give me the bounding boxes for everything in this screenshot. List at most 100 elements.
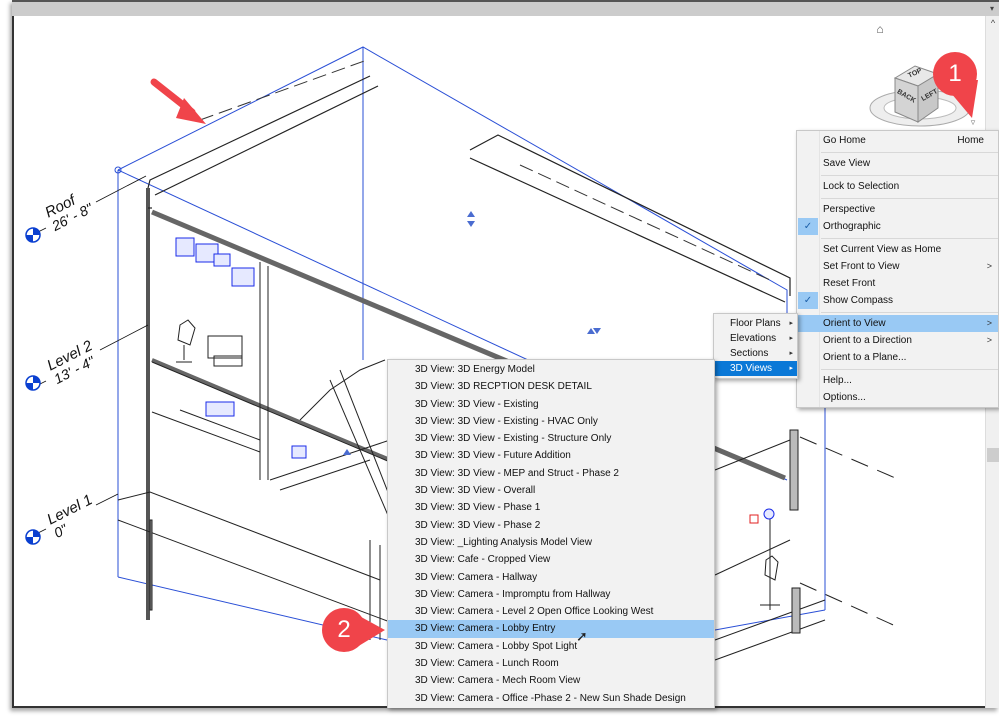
view-list-item-label: 3D View: 3D View - Existing xyxy=(415,398,539,410)
interior-walls xyxy=(259,262,381,640)
scroll-up-icon[interactable]: ^ xyxy=(986,18,999,30)
menu-separator xyxy=(821,152,998,153)
callout-badge-1: 1 xyxy=(933,52,977,96)
menu-item-label: Show Compass xyxy=(823,295,894,306)
stairs xyxy=(269,359,396,521)
level-head-roof xyxy=(25,227,41,243)
view-list-item[interactable]: 3D View: Camera - Lobby Entry xyxy=(388,620,714,638)
menu-item-label: Options... xyxy=(823,392,866,403)
view-list-item[interactable]: 3D View: 3D View - Future Addition xyxy=(388,447,714,464)
view-list-item-label: 3D View: 3D View - Future Addition xyxy=(415,450,571,462)
menu-separator xyxy=(821,175,998,176)
menu-item-floor-plans[interactable]: Floor Plans ▸ xyxy=(714,316,797,331)
view-list-item[interactable]: 3D View: 3D View - MEP and Struct - Phas… xyxy=(388,465,714,482)
view-list-item[interactable]: 3D View: _Lighting Analysis Model View xyxy=(388,534,714,551)
view-list-item[interactable]: 3D View: 3D RECPTION DESK DETAIL xyxy=(388,378,714,395)
right-wing xyxy=(714,429,826,661)
menu-item-orient-to-a-direction[interactable]: Orient to a Direction > xyxy=(797,332,998,349)
menu-item-orient-to-view[interactable]: Orient to View > xyxy=(797,315,998,332)
fixture-red xyxy=(749,514,759,524)
menu-item-orthographic[interactable]: ✓ Orthographic xyxy=(797,218,998,235)
menu-item-label: Sections xyxy=(730,348,769,359)
level-head-level-2 xyxy=(25,375,41,391)
view-list-item-label: 3D View: 3D View - Phase 1 xyxy=(415,502,541,514)
view-list-item[interactable]: 3D View: 3D Energy Model xyxy=(388,361,714,378)
view-list-item[interactable]: 3D View: Camera - Level 2 Open Office Lo… xyxy=(388,603,714,620)
menu-item-help[interactable]: Help... xyxy=(797,372,998,389)
menu-item-label: Orient to View xyxy=(823,318,886,329)
view-list-item-label: 3D View: Camera - Level 2 Open Office Lo… xyxy=(415,606,654,618)
callout-badge-2: 2 xyxy=(322,608,366,652)
view-list-item-label: 3D View: 3D Energy Model xyxy=(415,364,535,375)
submenu-arrow-icon: > xyxy=(986,335,992,345)
view-list-item[interactable]: 3D View: 3D View - Existing - Structure … xyxy=(388,430,714,447)
submenu-arrow-icon: ▸ xyxy=(789,365,793,372)
menu-item-label: Set Current View as Home xyxy=(823,244,942,255)
menu-item-set-front-to-view[interactable]: Set Front to View > xyxy=(797,258,998,275)
menu-item-label: Orthographic xyxy=(823,221,881,232)
3d-views-list-menu: 3D View: 3D Energy Model 3D View: 3D RECP… xyxy=(387,359,715,708)
view-list-item-label: 3D View: Camera - Mech Room View xyxy=(415,675,581,687)
view-list-item-label: 3D View: Camera - Lobby Entry xyxy=(415,623,556,635)
submenu-arrow-icon: ▸ xyxy=(789,335,793,342)
menu-separator xyxy=(821,312,998,313)
scrollbar-thumb[interactable] xyxy=(987,448,999,462)
menu-item-lock-to-selection[interactable]: Lock to Selection xyxy=(797,178,998,195)
view-list-item[interactable]: 3D View: Camera - Lunch Room xyxy=(388,655,714,672)
menu-item-save-view[interactable]: Save View xyxy=(797,155,998,172)
view-list-item[interactable]: 3D View: Camera - Hallway xyxy=(388,569,714,586)
menu-item-label: Set Front to View xyxy=(823,261,900,272)
submenu-arrow-icon: ▸ xyxy=(789,320,793,327)
menu-separator xyxy=(821,369,998,370)
menu-item-go-home[interactable]: Go Home Home xyxy=(797,132,998,149)
orient-to-view-submenu: Floor Plans ▸ Elevations ▸ Sections ▸ 3D Views… xyxy=(713,313,798,379)
level-1-floor xyxy=(117,491,391,623)
menu-item-label: Go Home xyxy=(823,135,866,146)
menu-item-show-compass[interactable]: ✓ Show Compass xyxy=(797,292,998,309)
view-list-item-label: 3D View: Camera - Hallway xyxy=(415,571,538,583)
view-list-item[interactable]: 3D View: Camera - Mech Room View xyxy=(388,672,714,689)
menu-item-shortcut: Home xyxy=(957,135,984,146)
home-icon[interactable]: ⌂ xyxy=(873,22,887,36)
view-list-item-label: 3D View: 3D RECPTION DESK DETAIL xyxy=(415,381,592,393)
view-list-item-label: 3D View: 3D View - Phase 2 xyxy=(415,519,541,531)
view-list-item-label: 3D View: Camera - Lunch Room xyxy=(415,658,559,670)
menu-item-orient-to-a-plane[interactable]: Orient to a Plane... xyxy=(797,349,998,366)
check-icon: ✓ xyxy=(798,292,818,309)
menu-item-label: Orient to a Plane... xyxy=(823,352,907,363)
view-list-item-label: 3D View: Camera - Impromptu from Hallway xyxy=(415,588,611,600)
menu-item-sections[interactable]: Sections ▸ xyxy=(714,346,797,361)
view-list-item-label: 3D View: 3D View - MEP and Struct - Phas… xyxy=(415,467,619,479)
view-list-item[interactable]: 3D View: 3D View - Overall xyxy=(388,482,714,499)
mouse-cursor-icon: ➚ xyxy=(576,628,588,644)
menu-separator xyxy=(821,238,998,239)
level-2-floor xyxy=(151,361,391,463)
menu-item-label: Reset Front xyxy=(823,278,876,289)
submenu-arrow-icon: ▸ xyxy=(789,350,793,357)
menu-item-reset-front[interactable]: Reset Front xyxy=(797,275,998,292)
menu-item-label: 3D Views xyxy=(730,363,773,374)
view-list-item[interactable]: 3D View: 3D View - Phase 1 xyxy=(388,499,714,516)
dashed-grid-lines xyxy=(799,436,901,629)
menu-item-elevations[interactable]: Elevations ▸ xyxy=(714,331,797,346)
view-list-item[interactable]: 3D View: 3D View - Phase 2 xyxy=(388,517,714,534)
view-list-item[interactable]: 3D View: Camera - Office -Phase 2 - New … xyxy=(388,690,714,707)
menu-item-label: Floor Plans xyxy=(730,318,781,329)
fixture-blue xyxy=(763,508,775,520)
view-list-item-label: 3D View: Camera - Office -Phase 2 - New … xyxy=(415,692,686,704)
menu-item-3d-views[interactable]: 3D Views ▸ xyxy=(714,361,797,376)
viewcube-menu-button[interactable]: ▿ xyxy=(968,117,978,127)
view-list-item[interactable]: 3D View: Cafe - Cropped View xyxy=(388,551,714,568)
menu-item-perspective[interactable]: Perspective xyxy=(797,201,998,218)
section-box-top-edge xyxy=(117,46,788,360)
menu-item-options[interactable]: Options... xyxy=(797,389,998,406)
menu-item-set-current-view-as-home[interactable]: Set Current View as Home xyxy=(797,241,998,258)
view-list-item-label: 3D View: _Lighting Analysis Model View xyxy=(415,536,592,548)
menu-item-label: Elevations xyxy=(730,333,777,344)
view-list-item[interactable]: 3D View: 3D View - Existing xyxy=(388,396,714,413)
view-list-item[interactable]: 3D View: Camera - Impromptu from Hallway xyxy=(388,586,714,603)
annotation-arrow xyxy=(150,78,206,124)
view-list-item[interactable]: 3D View: 3D View - Existing - HVAC Only xyxy=(388,413,714,430)
view-list-item[interactable]: 3D View: Camera - Lobby Spot Light xyxy=(388,638,714,655)
view-list-item-label: 3D View: Camera - Lobby Spot Light xyxy=(415,640,578,652)
